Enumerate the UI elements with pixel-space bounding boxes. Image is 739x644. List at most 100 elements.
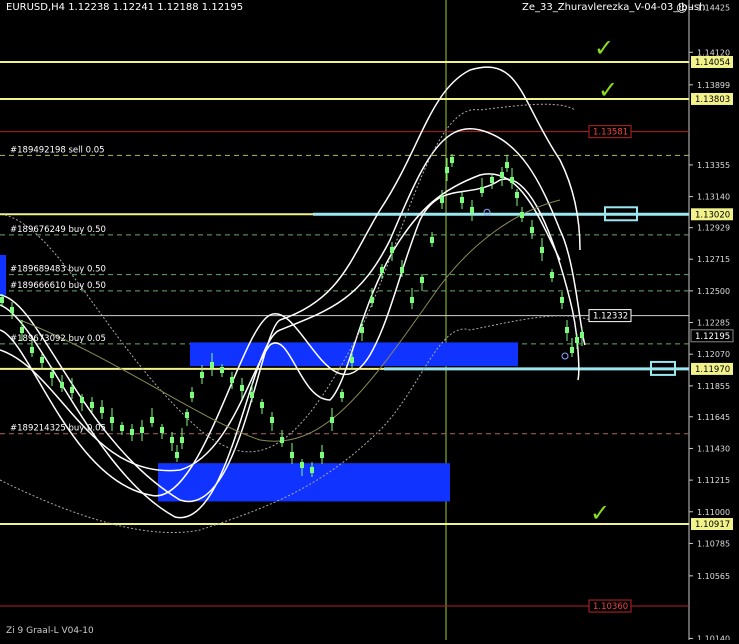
smiley-icon: ☺ <box>676 2 688 15</box>
candle <box>430 237 434 243</box>
candle <box>190 392 194 398</box>
axis-tick-label: 1.13899 <box>697 81 730 90</box>
symbol-info: EURUSD,H4 1.12238 1.12241 1.12188 1.1219… <box>6 2 244 13</box>
candle <box>570 347 574 353</box>
candle <box>420 277 424 283</box>
candle <box>0 297 4 303</box>
candle <box>30 347 34 353</box>
candle <box>200 372 204 378</box>
candle <box>520 212 524 218</box>
candle <box>80 397 84 403</box>
candle <box>130 429 134 435</box>
candle <box>150 417 154 423</box>
checkmark-icon: ✓ <box>594 34 614 62</box>
order-label: #189214325 buy 0.05 <box>10 424 106 434</box>
order-label: #189492198 sell 0.05 <box>10 145 105 155</box>
axis-tick-label: 1.11215 <box>697 476 730 485</box>
checkmark-icon: ✓ <box>590 499 610 527</box>
candle <box>310 467 314 473</box>
checkmark-icon: ✓ <box>598 76 618 104</box>
candle <box>390 247 394 253</box>
price-marker-label: 1.11970 <box>695 365 730 375</box>
axis-tick-label: 1.12929 <box>697 224 730 233</box>
candle <box>260 402 264 408</box>
candle <box>210 362 214 368</box>
axis-tick-label: 1.12285 <box>697 319 730 328</box>
candle <box>480 187 484 193</box>
candle <box>280 437 284 443</box>
candle <box>380 267 384 273</box>
candle <box>60 382 64 388</box>
candle <box>170 437 174 443</box>
candle <box>400 267 404 273</box>
candle <box>370 297 374 303</box>
candle <box>445 167 449 173</box>
order-label: #189676249 buy 0.50 <box>10 225 106 235</box>
axis-tick-label: 1.14120 <box>697 48 730 57</box>
candle <box>70 387 74 393</box>
candle <box>90 402 94 408</box>
axis-tick-label: 1.11645 <box>697 413 730 422</box>
price-marker-label: 1.13020 <box>695 210 730 220</box>
axis-tick-label: 1.10140 <box>697 634 730 640</box>
candle <box>110 417 114 423</box>
candle <box>20 327 24 333</box>
candle <box>550 272 554 278</box>
candle <box>290 452 294 458</box>
candle <box>160 427 164 433</box>
axis-tick-label: 1.10565 <box>697 572 730 581</box>
axis-tick-label: 1.13355 <box>697 161 730 170</box>
candle <box>175 452 179 458</box>
candle <box>565 327 569 333</box>
axis-tick-label: 1.12070 <box>697 350 730 359</box>
candle <box>580 332 584 338</box>
candle <box>340 392 344 398</box>
candle <box>250 392 254 398</box>
candle <box>560 297 564 303</box>
candle <box>440 197 444 203</box>
candle <box>460 197 464 203</box>
axis-tick-label: 1.11000 <box>697 508 730 517</box>
candle <box>120 425 124 431</box>
candle <box>350 357 354 363</box>
candle <box>360 327 364 333</box>
band-curve <box>4 103 576 453</box>
indicator-footer: Zi 9 Graal-L V04-10 <box>6 626 94 636</box>
chart-area[interactable]: #189492198 sell 0.05 #189676249 buy 0.50 #… <box>0 0 739 643</box>
candle <box>10 307 14 313</box>
candle <box>140 427 144 433</box>
candle <box>180 437 184 443</box>
candle <box>100 407 104 413</box>
candle <box>270 417 274 423</box>
candle <box>300 462 304 468</box>
candle <box>530 227 534 233</box>
price-chart[interactable]: #189492198 sell 0.05 #189676249 buy 0.50 #… <box>0 0 739 643</box>
price-marker-label: 1.10917 <box>695 520 730 530</box>
candle <box>185 412 189 418</box>
candle <box>240 385 244 391</box>
candle <box>320 452 324 458</box>
price-marker-label: 1.13803 <box>695 95 730 105</box>
candle <box>410 297 414 303</box>
order-label: #189673092 buy 0.05 <box>10 334 106 344</box>
candle <box>515 192 519 198</box>
price-marker-label: 1.10360 <box>593 602 628 612</box>
axis-tick-label: 1.11430 <box>697 444 730 453</box>
axis-tick-label: 1.10785 <box>697 539 730 548</box>
price-marker-label: 1.12332 <box>593 312 628 322</box>
axis-tick-label: 1.11855 <box>697 382 730 391</box>
order-label: #189666610 buy 0.50 <box>10 281 106 291</box>
candle <box>490 177 494 183</box>
candle <box>575 337 579 343</box>
blue-zone <box>0 255 6 295</box>
candle <box>450 157 454 163</box>
price-marker-label: 1.13581 <box>593 128 628 138</box>
candle <box>50 372 54 378</box>
price-marker-label: 1.14054 <box>695 58 730 68</box>
axis-tick-label: 1.12715 <box>697 255 730 264</box>
candle <box>510 177 514 183</box>
axis-tick-label: 1.13140 <box>697 193 730 202</box>
candle <box>330 417 334 423</box>
candle <box>500 172 504 178</box>
order-label: #189689483 buy 0.50 <box>10 265 106 275</box>
